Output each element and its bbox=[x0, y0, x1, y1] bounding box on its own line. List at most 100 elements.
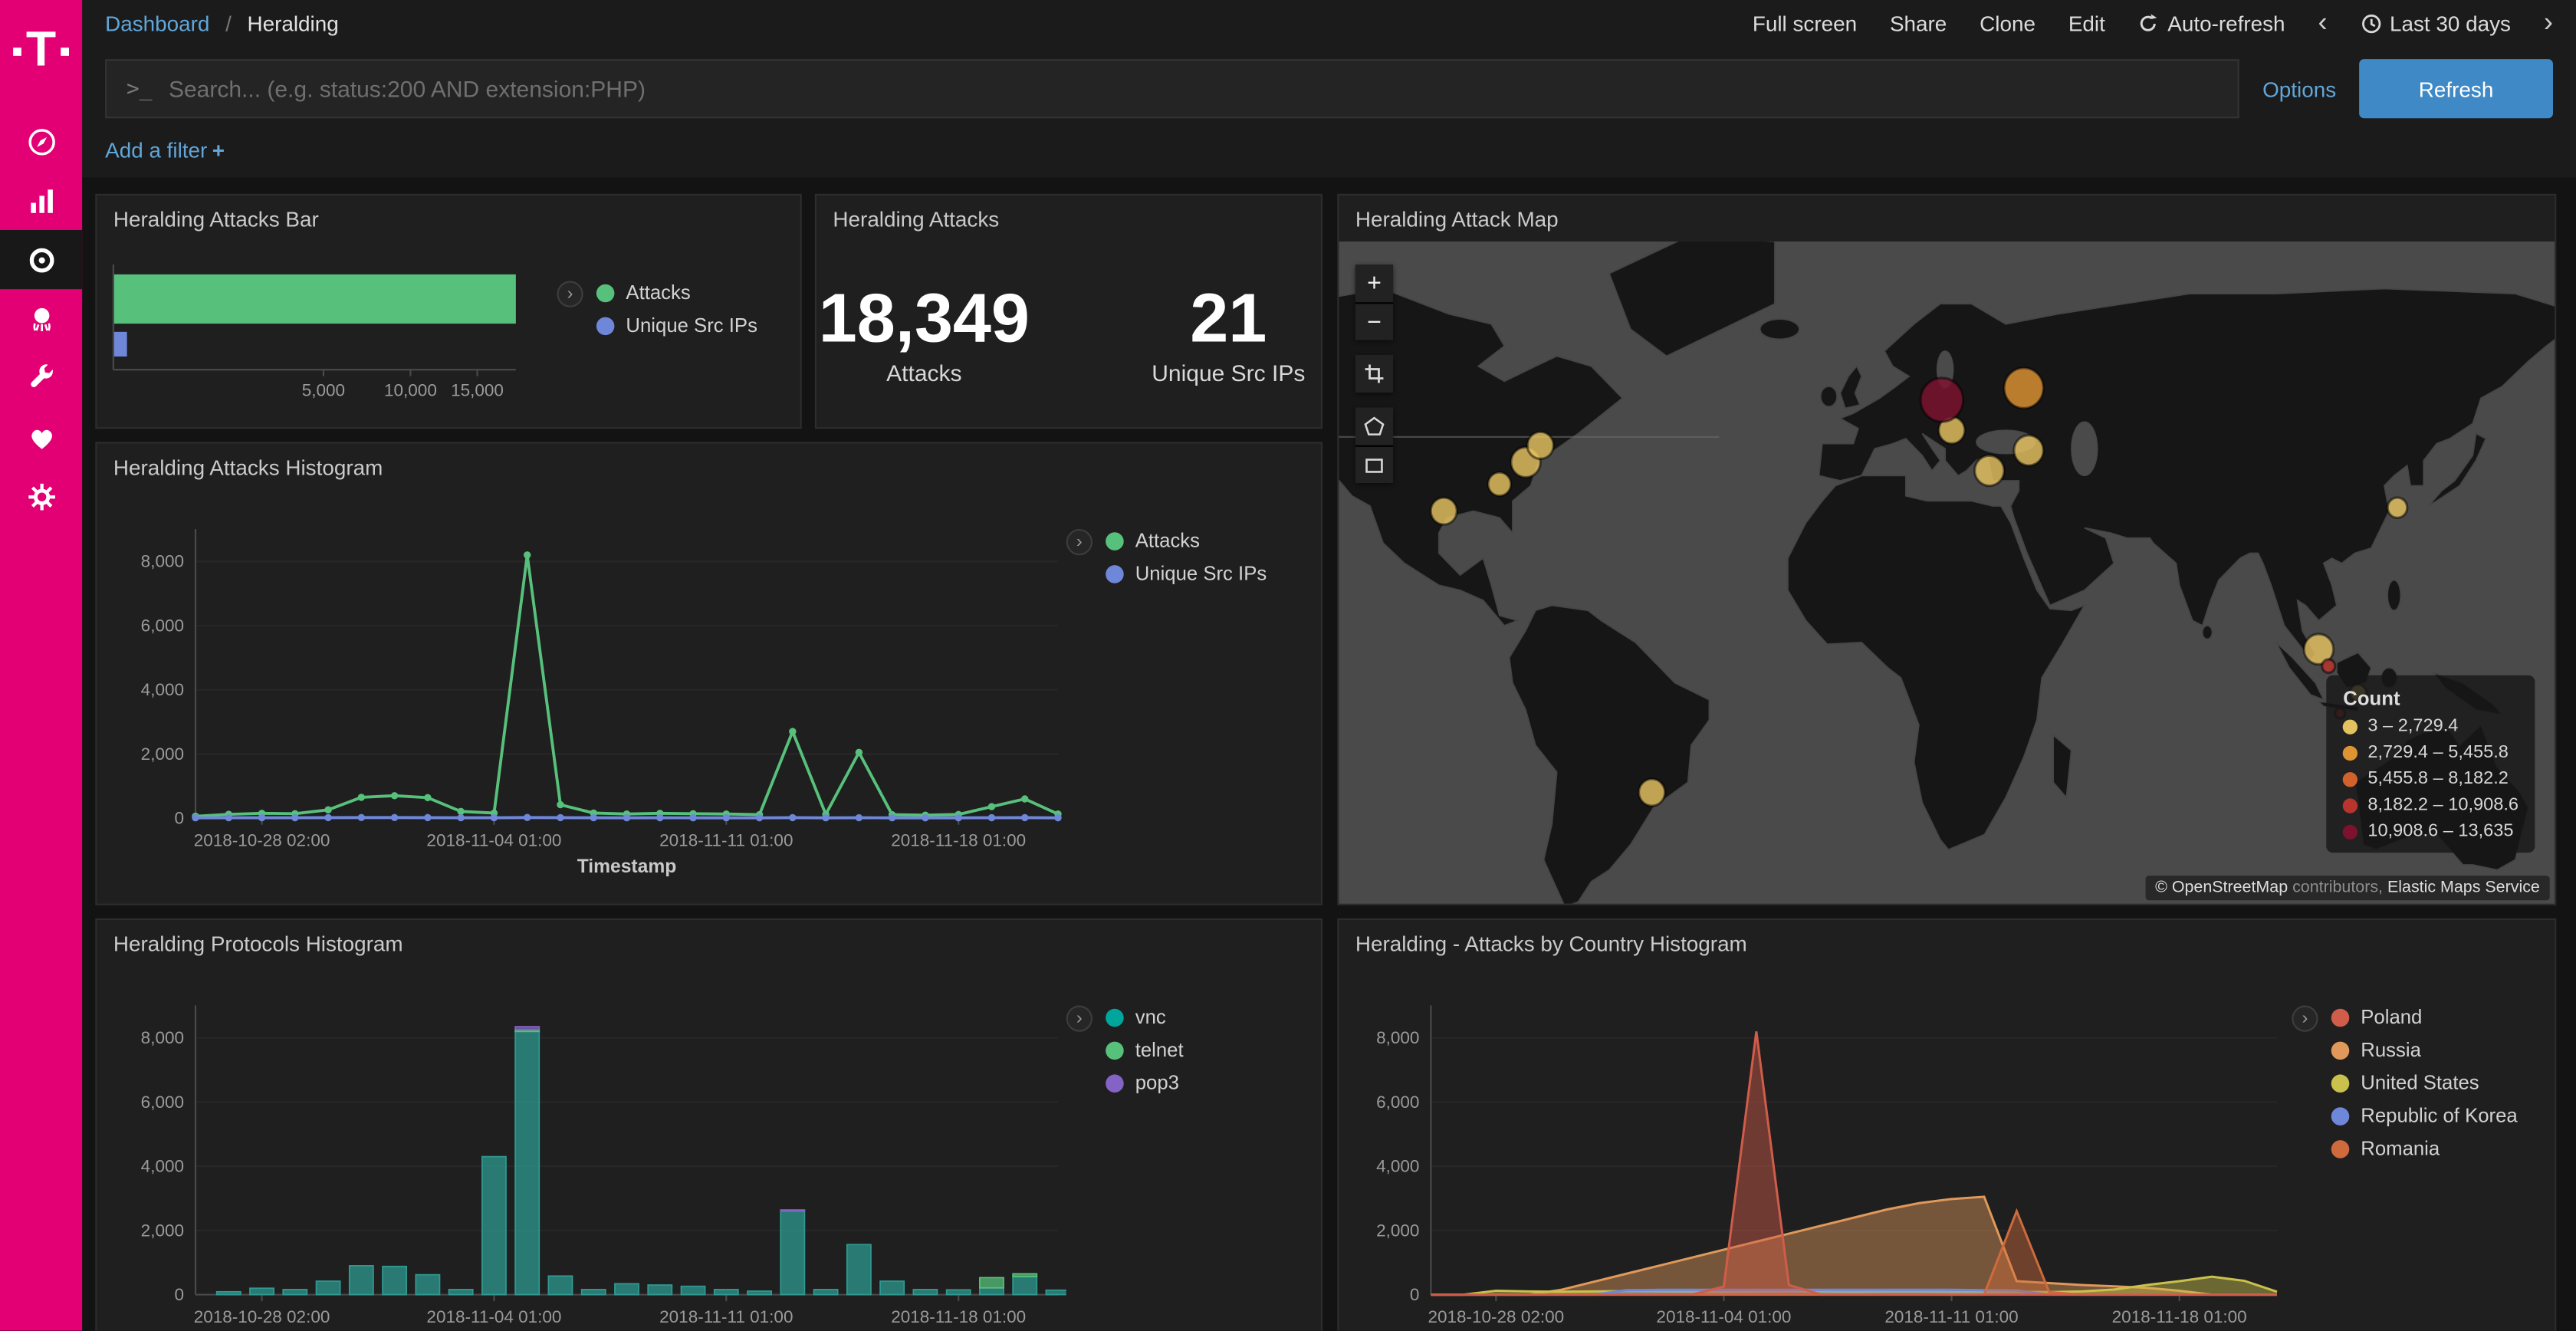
bug-icon bbox=[25, 303, 57, 334]
breadcrumb-dashboard-link[interactable]: Dashboard bbox=[105, 11, 209, 35]
sidebar-item-gear[interactable] bbox=[0, 467, 82, 526]
clone-button[interactable]: Clone bbox=[1980, 11, 2036, 35]
legend-item[interactable]: Poland bbox=[2331, 1005, 2518, 1028]
panel-title[interactable]: Heralding Attacks bbox=[816, 196, 1321, 242]
global-nav-sidebar: T bbox=[0, 0, 82, 1331]
legend-item[interactable]: Unique Src IPs bbox=[596, 314, 757, 337]
legend-item[interactable]: Unique Src IPs bbox=[1106, 562, 1267, 585]
sidebar-item-target[interactable] bbox=[0, 230, 82, 289]
panel-attacks-by-country-histogram: Heralding - Attacks by Country Histogram… bbox=[1337, 919, 2556, 1331]
legend-item[interactable]: Russia bbox=[2331, 1038, 2518, 1061]
legend-collapse-icon[interactable]: › bbox=[2292, 1005, 2318, 1031]
legend-dot bbox=[2331, 1073, 2350, 1092]
sidebar-item-bug[interactable] bbox=[0, 289, 82, 348]
legend-item[interactable]: Attacks bbox=[596, 281, 757, 304]
map-legend-dot bbox=[2343, 824, 2358, 839]
map-fit-bounds-button[interactable] bbox=[1355, 355, 1393, 393]
legend-item[interactable]: pop3 bbox=[1106, 1071, 1183, 1094]
legend-dot bbox=[2331, 1106, 2350, 1125]
metric-unique-src-ips: 21 Unique Src IPs bbox=[1138, 281, 1319, 386]
time-range-button[interactable]: Last 30 days bbox=[2360, 11, 2511, 35]
legend-item[interactable]: Republic of Korea bbox=[2331, 1104, 2518, 1127]
panel-heralding-attack-map: Heralding Attack Map + − bbox=[1337, 194, 2556, 905]
map-legend-item[interactable]: 3 – 2,729.4 bbox=[2343, 716, 2518, 736]
full-screen-button[interactable]: Full screen bbox=[1753, 11, 1857, 35]
map-zoom-in-button[interactable]: + bbox=[1355, 265, 1393, 302]
panel-heralding-attacks-histogram: Heralding Attacks Histogram 02,0004,0006… bbox=[95, 442, 1322, 905]
search-input[interactable] bbox=[169, 76, 2218, 102]
svg-text:2,000: 2,000 bbox=[141, 1221, 184, 1240]
map-legend-item[interactable]: 5,455.8 – 8,182.2 bbox=[2343, 769, 2518, 789]
legend-item[interactable]: Romania bbox=[2331, 1137, 2518, 1160]
map-legend-item[interactable]: 10,908.6 – 13,635 bbox=[2343, 821, 2518, 841]
clock-icon bbox=[2360, 12, 2381, 34]
map-legend-label: 10,908.6 – 13,635 bbox=[2367, 821, 2513, 841]
map-legend-dot bbox=[2343, 745, 2358, 760]
map-attack-marker[interactable] bbox=[2322, 659, 2335, 673]
legend-items: vnc telnet pop3 bbox=[1106, 1005, 1183, 1104]
panel-title[interactable]: Heralding Attack Map bbox=[1339, 196, 2555, 242]
legend-collapse-icon[interactable]: › bbox=[557, 281, 583, 307]
legend-collapse-icon[interactable]: › bbox=[1066, 1005, 1092, 1031]
attack-map[interactable]: + − Count 3 – 2,729.42,729.4 – bbox=[1339, 242, 2555, 905]
legend-label: pop3 bbox=[1135, 1071, 1179, 1094]
share-button[interactable]: Share bbox=[1890, 11, 1947, 35]
map-attack-marker[interactable] bbox=[1921, 378, 1963, 422]
time-prev-chevron[interactable]: ‹ bbox=[2318, 8, 2327, 35]
map-attack-marker[interactable] bbox=[1488, 472, 1511, 496]
metric-label: Attacks bbox=[819, 360, 1030, 386]
metric-group: 18,349 Attacks 21 Unique Src IPs bbox=[816, 242, 1321, 426]
map-legend-item[interactable]: 8,182.2 – 10,908.6 bbox=[2343, 795, 2518, 815]
legend-dot bbox=[2331, 1008, 2350, 1027]
elastic-maps-service-link[interactable]: Elastic Maps Service bbox=[2387, 879, 2540, 897]
breadcrumb-current: Heralding bbox=[247, 11, 338, 35]
auto-refresh-button[interactable]: Auto-refresh bbox=[2138, 11, 2285, 35]
sidebar-item-bar-chart[interactable] bbox=[0, 171, 82, 230]
edit-button[interactable]: Edit bbox=[2068, 11, 2105, 35]
map-attack-marker[interactable] bbox=[1975, 455, 2004, 486]
map-zoom-out-button[interactable]: − bbox=[1355, 302, 1393, 340]
panel-title[interactable]: Heralding Protocols Histogram bbox=[97, 920, 1320, 966]
panel-title[interactable]: Heralding - Attacks by Country Histogram bbox=[1339, 920, 2555, 966]
legend-item[interactable]: Attacks bbox=[1106, 529, 1267, 552]
panel-title[interactable]: Heralding Attacks Bar bbox=[97, 196, 800, 242]
map-attack-marker[interactable] bbox=[1527, 432, 1553, 458]
map-attack-marker[interactable] bbox=[2014, 435, 2043, 466]
legend-dot bbox=[1106, 564, 1124, 583]
legend-item[interactable]: telnet bbox=[1106, 1038, 1183, 1061]
map-attack-marker[interactable] bbox=[1639, 779, 1665, 806]
chart-legend: › Attacks Unique Src IPs bbox=[1066, 493, 1296, 595]
map-attack-marker[interactable] bbox=[2004, 368, 2043, 409]
panel-title[interactable]: Heralding Attacks Histogram bbox=[97, 444, 1320, 490]
map-legend-item[interactable]: 2,729.4 – 5,455.8 bbox=[2343, 743, 2518, 763]
svg-text:2018-11-11 01:00: 2018-11-11 01:00 bbox=[659, 831, 793, 850]
map-legend-dot bbox=[2343, 719, 2358, 734]
svg-text:2018-11-04 01:00: 2018-11-04 01:00 bbox=[1656, 1307, 1791, 1326]
legend-label: Attacks bbox=[626, 281, 690, 304]
add-filter-link[interactable]: Add a filter+ bbox=[105, 138, 225, 163]
legend-collapse-icon[interactable]: › bbox=[1066, 529, 1092, 555]
legend-label: Poland bbox=[2361, 1005, 2422, 1028]
map-attack-marker[interactable] bbox=[1431, 498, 1457, 524]
legend-item[interactable]: United States bbox=[2331, 1071, 2518, 1094]
svg-text:4,000: 4,000 bbox=[141, 1157, 184, 1176]
legend-item[interactable]: vnc bbox=[1106, 1005, 1183, 1028]
svg-text:4,000: 4,000 bbox=[1376, 1157, 1419, 1176]
sidebar-item-compass[interactable] bbox=[0, 112, 82, 171]
openstreetmap-link[interactable]: © OpenStreetMap bbox=[2155, 879, 2288, 897]
time-next-chevron[interactable]: › bbox=[2544, 8, 2553, 35]
map-draw-rectangle-button[interactable] bbox=[1355, 445, 1393, 483]
legend-label: telnet bbox=[1135, 1038, 1184, 1061]
telekom-logo[interactable]: T bbox=[13, 16, 70, 85]
map-legend-label: 8,182.2 – 10,908.6 bbox=[2367, 795, 2518, 815]
legend-label: Republic of Korea bbox=[2361, 1104, 2517, 1127]
options-link[interactable]: Options bbox=[2262, 77, 2336, 101]
sidebar-item-wrench[interactable] bbox=[0, 348, 82, 407]
legend-dot bbox=[1106, 1041, 1124, 1060]
dashboard-grid: Heralding Attacks Bar 5,00010,00015,000 … bbox=[82, 177, 2576, 1330]
refresh-button[interactable]: Refresh bbox=[2359, 59, 2553, 118]
map-draw-polygon-button[interactable] bbox=[1355, 407, 1393, 445]
map-attack-marker[interactable] bbox=[2387, 498, 2407, 518]
svg-text:6,000: 6,000 bbox=[1376, 1093, 1419, 1112]
sidebar-item-heartbeat[interactable] bbox=[0, 407, 82, 466]
